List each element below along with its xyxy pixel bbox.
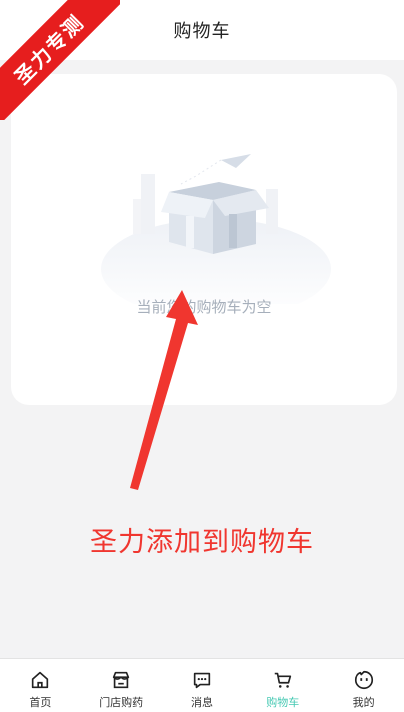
tab-messages[interactable]: 消息	[162, 659, 243, 712]
bottom-tab-bar: 首页 门店购药 消息 购物车 我的	[0, 658, 404, 712]
tab-profile[interactable]: 我的	[323, 659, 404, 712]
page-title: 购物车	[173, 21, 231, 42]
empty-box-illustration	[101, 154, 331, 304]
tab-cart[interactable]: 购物车	[242, 659, 323, 712]
tab-profile-label: 我的	[352, 696, 375, 709]
test-ribbon-label: 圣力专测	[0, 0, 120, 120]
tab-home[interactable]: 首页	[0, 659, 81, 712]
tab-messages-label: 消息	[190, 696, 213, 709]
empty-cart-message: 当前您的购物车为空	[136, 298, 272, 316]
tab-store-label: 门店购药	[99, 696, 144, 709]
test-ribbon: 圣力专测	[0, 0, 120, 120]
cart-icon	[274, 672, 291, 688]
message-icon	[193, 672, 211, 689]
tab-cart-label: 购物车	[266, 696, 300, 709]
home-icon	[32, 671, 49, 689]
profile-icon	[354, 670, 373, 690]
empty-cart-card: 当前您的购物车为空	[11, 74, 397, 405]
store-icon	[113, 671, 130, 689]
cart-page: 购物车 圣力专测 当前您的购物车为空 圣力添加到购物车 首页 门店购药 消息 购…	[0, 0, 404, 712]
tab-store[interactable]: 门店购药	[81, 659, 162, 712]
red-arrow-annotation	[130, 290, 198, 490]
add-to-cart-annotation: 圣力添加到购物车	[90, 527, 314, 558]
tab-home-label: 首页	[29, 696, 52, 709]
